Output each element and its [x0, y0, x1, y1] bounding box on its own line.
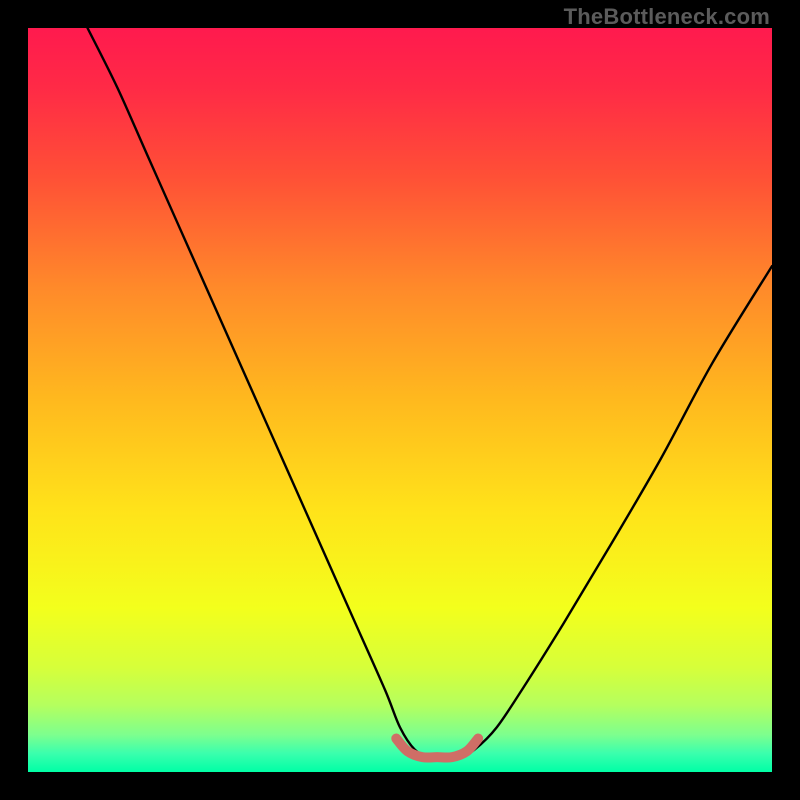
bottleneck-curve-line: [88, 28, 772, 758]
chart-frame: TheBottleneck.com: [0, 0, 800, 800]
curve-overlay: [28, 28, 772, 772]
watermark-text: TheBottleneck.com: [564, 4, 770, 30]
plot-area: [28, 28, 772, 772]
